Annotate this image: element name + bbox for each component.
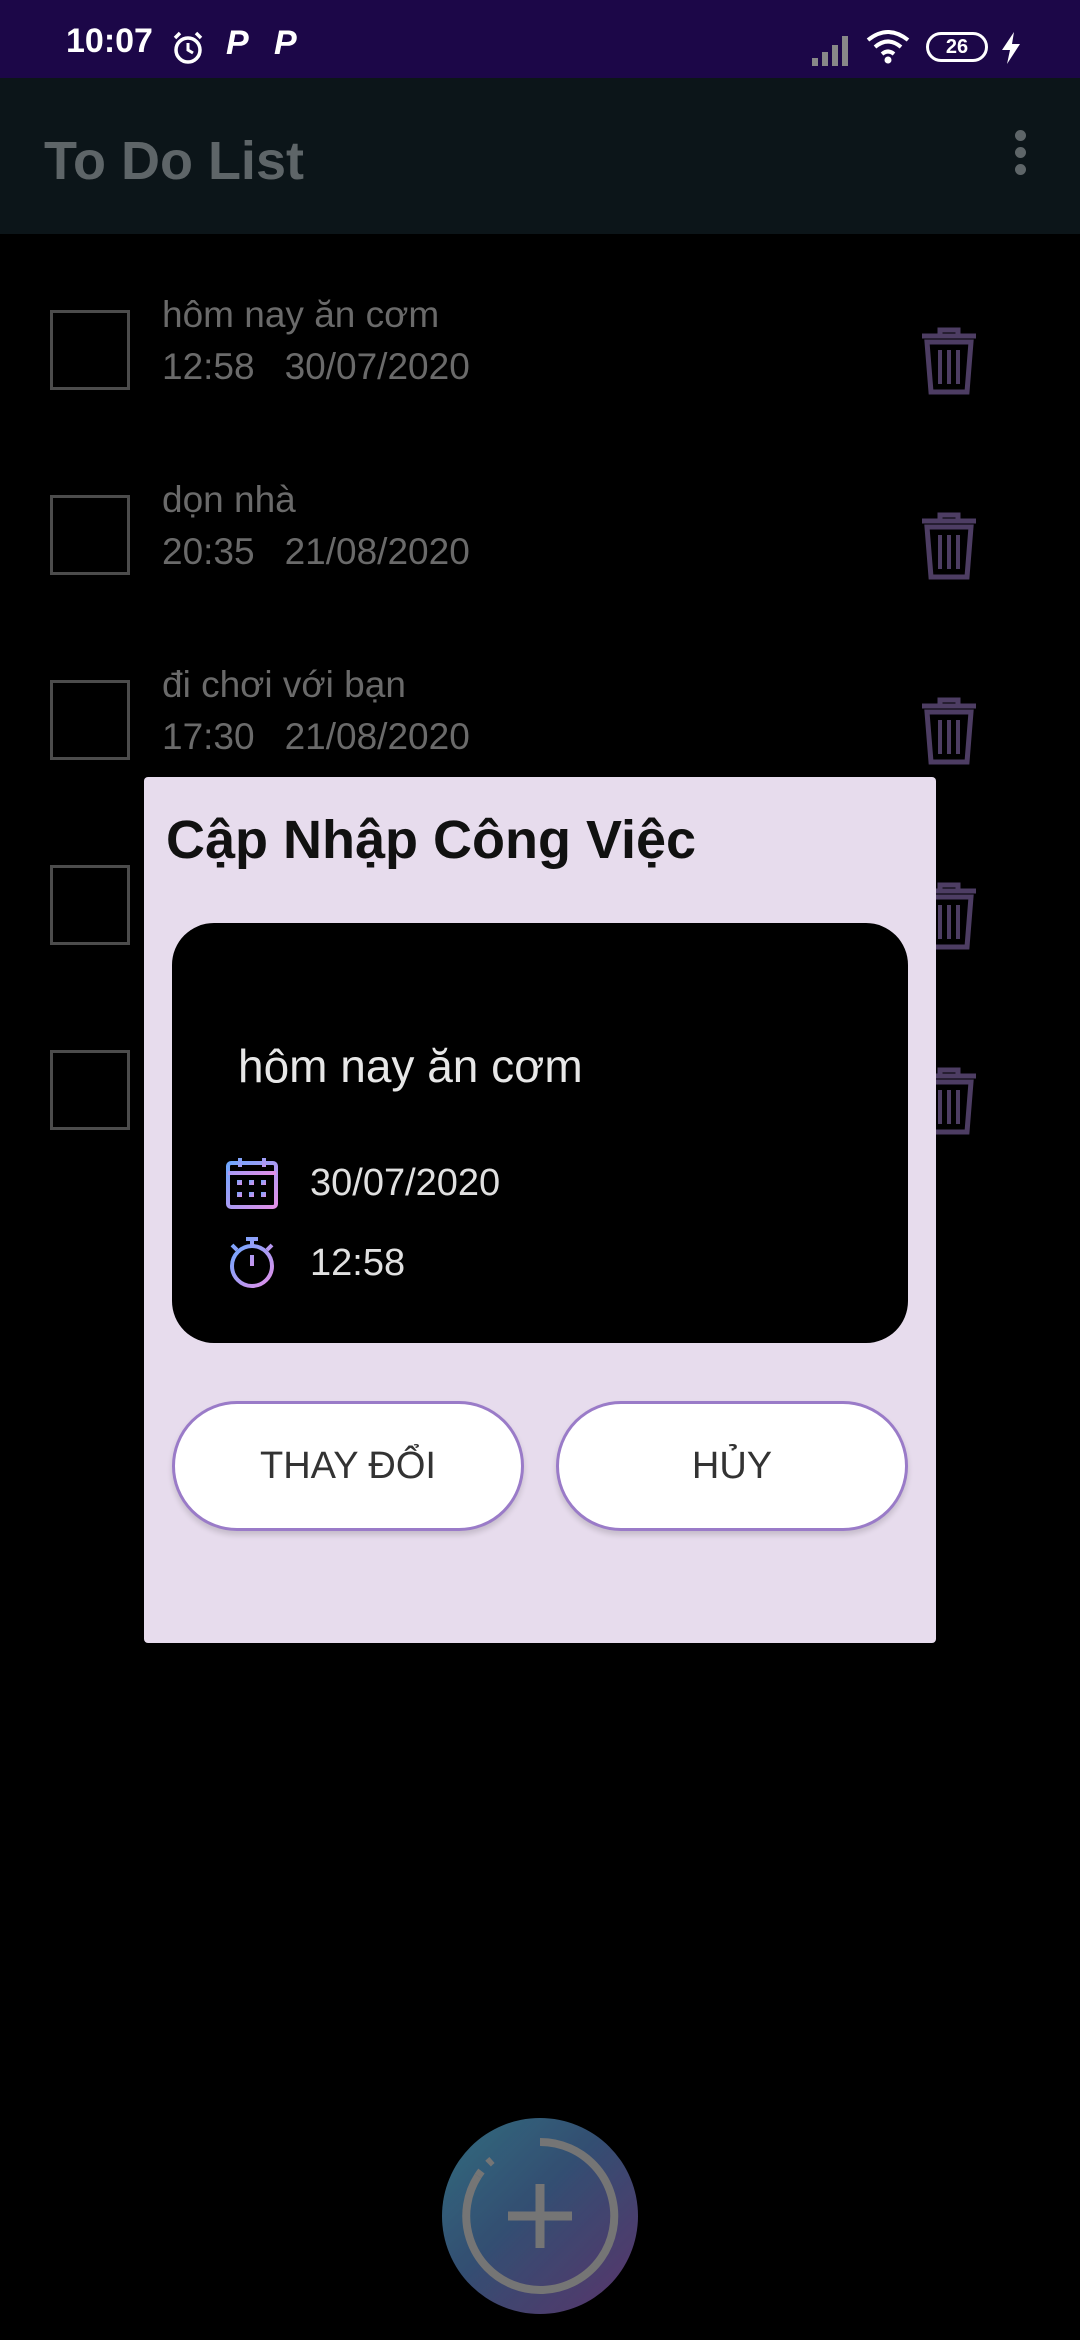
list-item[interactable]: dọn nhà 20:35 21/08/2020	[0, 419, 1080, 603]
signal-icon	[812, 36, 848, 66]
battery-indicator: 26	[926, 32, 988, 62]
task-title: đi chơi với bạn	[162, 664, 406, 705]
task-time: 20:35	[162, 531, 255, 572]
list-item[interactable]: hôm nay ăn cơm 12:58 30/07/2020	[0, 234, 1080, 418]
app-title: To Do List	[44, 131, 304, 191]
update-task-dialog: Cập Nhập Công Việc hôm nay ăn cơm 30/07/…	[144, 777, 936, 1643]
task-meta: 12:58 30/07/2020	[162, 346, 470, 388]
list-item[interactable]: đi chơi với bạn 17:30 21/08/2020	[0, 604, 1080, 788]
add-icon	[462, 2137, 619, 2294]
status-time: 10:07	[66, 22, 153, 60]
task-meta: 20:35 21/08/2020	[162, 531, 470, 573]
task-name-field[interactable]: hôm nay ăn cơm	[238, 1039, 583, 1093]
trash-icon[interactable]	[918, 511, 980, 581]
task-date-value: 30/07/2020	[310, 1161, 501, 1204]
task-meta: 17:30 21/08/2020	[162, 716, 470, 758]
task-time-value: 12:58	[310, 1241, 406, 1284]
task-time: 17:30	[162, 716, 255, 757]
task-date: 21/08/2020	[284, 716, 470, 757]
task-title: dọn nhà	[162, 479, 296, 520]
task-checkbox[interactable]	[50, 1050, 130, 1130]
task-time: 12:58	[162, 346, 255, 387]
overflow-menu-icon[interactable]	[1006, 130, 1034, 180]
task-checkbox[interactable]	[50, 310, 130, 390]
task-title: hôm nay ăn cơm	[162, 294, 440, 335]
task-checkbox[interactable]	[50, 680, 130, 760]
task-date: 21/08/2020	[284, 531, 470, 572]
charging-icon	[1002, 32, 1020, 64]
task-card: hôm nay ăn cơm 30/07/2020 12:58	[172, 923, 908, 1343]
parking-notification-icon: P	[226, 24, 249, 62]
alarm-icon	[173, 31, 203, 64]
trash-icon[interactable]	[918, 696, 980, 766]
status-bar: 10:07 P P 26	[0, 0, 1080, 78]
change-button[interactable]: THAY ĐỔI	[172, 1401, 524, 1531]
cancel-button[interactable]: HỦY	[556, 1401, 908, 1531]
parking-notification-icon-2: P	[274, 24, 297, 62]
task-checkbox[interactable]	[50, 865, 130, 945]
trash-icon[interactable]	[918, 326, 980, 396]
date-row[interactable]: 30/07/2020	[224, 1155, 500, 1211]
calendar-icon[interactable]	[224, 1155, 280, 1211]
time-row[interactable]: 12:58	[224, 1235, 405, 1291]
stopwatch-icon[interactable]	[224, 1235, 280, 1291]
task-date: 30/07/2020	[284, 346, 470, 387]
task-checkbox[interactable]	[50, 495, 130, 575]
add-task-button[interactable]	[442, 2118, 638, 2314]
dialog-title: Cập Nhập Công Việc	[166, 810, 697, 870]
wifi-icon	[866, 30, 910, 64]
app-bar: To Do List	[0, 78, 1080, 234]
